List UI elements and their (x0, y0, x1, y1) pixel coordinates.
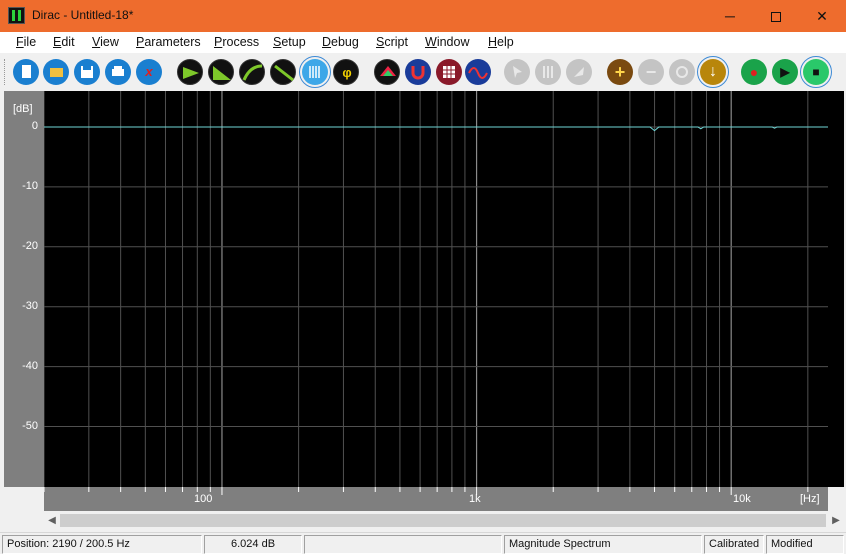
y-tick-label: -50 (22, 419, 38, 432)
cursor-icon (513, 66, 522, 78)
stop-icon: ■ (812, 65, 820, 79)
x-axis-panel: 100 1k 10k [Hz] (44, 487, 828, 511)
cursor-button[interactable] (504, 59, 530, 85)
fit-arrows-icon (676, 66, 688, 78)
close-button[interactable]: ✕ (799, 0, 845, 32)
y-axis-label: [dB] (13, 103, 33, 115)
scroll-left-icon[interactable]: ◀ (44, 512, 60, 529)
record-icon: ● (749, 64, 759, 80)
curve-button[interactable] (239, 59, 265, 85)
impulse-response-button[interactable] (177, 59, 203, 85)
new-file-button[interactable] (13, 59, 39, 85)
print-button[interactable] (105, 59, 131, 85)
zoom-down-button[interactable]: ↓ (697, 56, 729, 88)
delete-button[interactable]: x (136, 59, 162, 85)
horizontal-scrollbar[interactable]: ◀ ▶ (44, 512, 844, 529)
table-button[interactable] (436, 59, 462, 85)
new-file-icon (22, 65, 31, 78)
decay-line-icon (274, 64, 294, 82)
save-button[interactable] (74, 59, 100, 85)
curve-icon (242, 64, 263, 81)
spectrum-plot[interactable] (43, 91, 844, 487)
menu-setup[interactable]: Setup (273, 35, 306, 49)
menu-debug[interactable]: Debug (322, 35, 359, 49)
status-mode: Magnitude Spectrum (504, 535, 702, 554)
maximize-button[interactable] (753, 0, 799, 32)
printer-icon (112, 66, 124, 76)
comb-bars-icon (309, 66, 320, 78)
title-bar: Dirac - Untitled-18* ─ ✕ (0, 0, 846, 32)
x-axis-ticks (44, 487, 809, 495)
play-button[interactable]: ▶ (772, 59, 798, 85)
status-position: Position: 2190 / 200.5 Hz (2, 535, 202, 554)
y-tick-label: -40 (22, 359, 38, 372)
status-level: 6.024 dB (204, 535, 302, 554)
x-tick-label: 1k (469, 493, 481, 505)
menu-edit[interactable]: Edit (53, 35, 75, 49)
scroll-right-icon[interactable]: ▶ (828, 512, 844, 529)
window-title: Dirac - Untitled-18* (32, 8, 134, 22)
x-axis-label: [Hz] (800, 493, 820, 505)
y-axis-panel: [dB] 0 -10 -20 -30 -40 -50 (4, 91, 44, 487)
filter-lowpass-button[interactable] (208, 59, 234, 85)
rainbow-icon (380, 66, 396, 76)
menu-window[interactable]: Window (425, 35, 469, 49)
phi-icon: φ (342, 65, 352, 80)
menu-file[interactable]: File (16, 35, 36, 49)
waterfall-button[interactable] (374, 59, 400, 85)
minus-icon: − (645, 62, 657, 82)
plot-area: [dB] 0 -10 -20 -30 -40 -50 100 1k 10k [Hz] (0, 91, 846, 511)
down-arrow-icon: ↓ (709, 63, 717, 80)
x-tick-label: 10k (733, 493, 751, 505)
triangle-play-icon (183, 67, 199, 79)
zoom-fit-button[interactable] (669, 59, 695, 85)
zoom-out-button[interactable]: − (638, 59, 664, 85)
slope-down-icon (213, 66, 231, 80)
menu-script[interactable]: Script (376, 35, 408, 49)
phase-button[interactable]: φ (333, 59, 359, 85)
stop-button[interactable]: ■ (800, 56, 832, 88)
x-tick-label: 100 (194, 493, 213, 505)
status-modified: Modified (766, 535, 844, 554)
decay-button[interactable] (270, 59, 296, 85)
magnet-button[interactable] (405, 59, 431, 85)
spectrum-button[interactable] (299, 56, 331, 88)
toolbar-grip[interactable] (4, 59, 7, 85)
record-button[interactable]: ● (741, 59, 767, 85)
plus-icon: + (614, 62, 626, 82)
spectrum-chart (43, 91, 828, 487)
arrow-pointer-icon (574, 67, 584, 77)
magnitude-trace (44, 126, 828, 132)
minimize-button[interactable]: ─ (707, 0, 753, 32)
y-tick-label: -10 (22, 179, 38, 192)
menu-help[interactable]: Help (488, 35, 514, 49)
pointer-button[interactable] (566, 59, 592, 85)
status-bar: Position: 2190 / 200.5 Hz 6.024 dB Magni… (0, 532, 846, 554)
toolbar: x φ + − ↓ ● ▶ ■ (0, 53, 846, 91)
scrollbar-thumb[interactable] (60, 514, 826, 527)
open-file-button[interactable] (43, 59, 69, 85)
response-curve-button[interactable] (465, 59, 491, 85)
delete-x-icon: x (145, 64, 153, 79)
markers-button[interactable] (535, 59, 561, 85)
menu-parameters[interactable]: Parameters (136, 35, 201, 49)
folder-icon (50, 68, 63, 77)
y-tick-label: 0 (31, 120, 38, 132)
status-empty (304, 535, 502, 554)
play-icon: ▶ (780, 65, 790, 79)
magnet-icon (411, 66, 425, 80)
status-calibrated: Calibrated (704, 535, 764, 554)
menu-process[interactable]: Process (214, 35, 259, 49)
columns-icon (543, 66, 553, 78)
y-tick-label: -30 (22, 299, 38, 312)
menu-bar: File Edit View Parameters Process Setup … (0, 32, 846, 53)
wave-icon (468, 67, 488, 79)
zoom-in-button[interactable]: + (607, 59, 633, 85)
maximize-icon (771, 12, 781, 23)
grid-table-icon (443, 66, 455, 78)
app-icon[interactable] (8, 7, 25, 24)
y-tick-label: -20 (22, 239, 38, 252)
floppy-icon (81, 66, 93, 78)
menu-view[interactable]: View (92, 35, 119, 49)
